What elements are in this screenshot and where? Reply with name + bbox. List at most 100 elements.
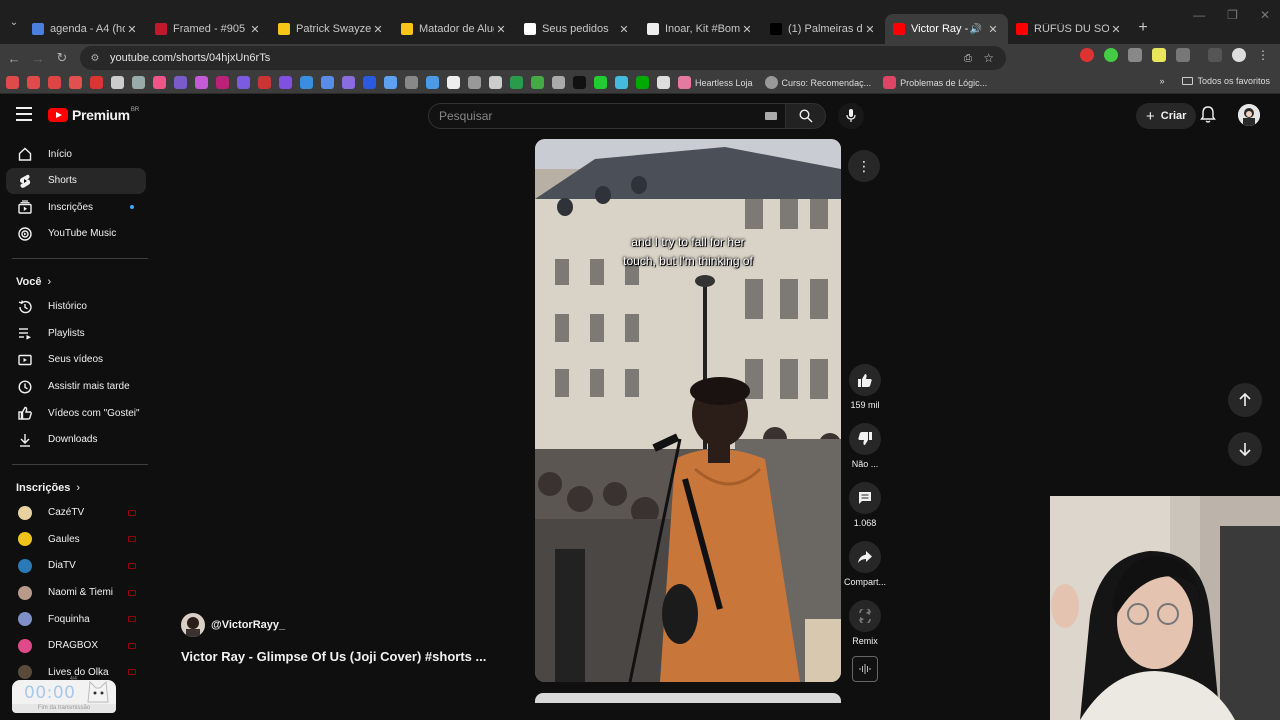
profile-avatar-icon[interactable] bbox=[1232, 48, 1246, 62]
tab-close-icon[interactable]: ✕ bbox=[740, 23, 754, 36]
more-bookmarks-icon[interactable]: » bbox=[1159, 76, 1164, 86]
bookmark-favicon-icon[interactable] bbox=[195, 76, 208, 89]
bookmark-favicon-icon[interactable] bbox=[510, 76, 523, 89]
bookmark-curso[interactable]: Curso: Recomendaç... bbox=[764, 76, 871, 89]
extension-icon[interactable] bbox=[1104, 48, 1118, 62]
voice-search-button[interactable] bbox=[838, 103, 864, 129]
extension-icon[interactable] bbox=[1080, 48, 1094, 62]
sound-action[interactable] bbox=[844, 656, 886, 682]
next-short-preview[interactable] bbox=[535, 693, 841, 703]
share-action[interactable]: Compart... bbox=[844, 541, 886, 587]
search-input[interactable]: Pesquisar bbox=[428, 103, 786, 129]
next-short-button[interactable] bbox=[1228, 432, 1262, 466]
bookmark-favicon-icon[interactable] bbox=[153, 76, 166, 89]
more-options-button[interactable]: ⋮ bbox=[848, 150, 880, 182]
shorts-video-player[interactable]: and I try to fall for her touch, but I'm… bbox=[535, 139, 841, 682]
bookmark-favicon-icon[interactable] bbox=[594, 76, 607, 89]
browser-tab[interactable]: RÜFÜS DU SOL ●● You✕ bbox=[1008, 14, 1131, 44]
minimize-icon[interactable]: — bbox=[1193, 8, 1205, 22]
browser-tab[interactable]: Patrick Swayze - IMDb✕ bbox=[270, 14, 393, 44]
bookmark-favicon-icon[interactable] bbox=[27, 76, 40, 89]
keyboard-icon[interactable] bbox=[765, 112, 777, 120]
sidebar-item-home[interactable]: Início bbox=[6, 141, 146, 167]
bookmark-favicon-icon[interactable] bbox=[468, 76, 481, 89]
extension-icon[interactable] bbox=[1152, 48, 1166, 62]
bookmark-favicon-icon[interactable] bbox=[216, 76, 229, 89]
tab-close-icon[interactable]: ✕ bbox=[1109, 23, 1123, 36]
sidebar-item-playlists[interactable]: Playlists bbox=[6, 320, 146, 346]
browser-tab[interactable]: agenda - A4 (horizontal)✕ bbox=[24, 14, 147, 44]
channel-avatar[interactable] bbox=[181, 613, 205, 637]
bookmark-favicon-icon[interactable] bbox=[615, 76, 628, 89]
dislike-button[interactable] bbox=[849, 423, 881, 455]
comments-action[interactable]: 1.068 bbox=[844, 482, 886, 528]
sidebar-item-subscriptions[interactable]: Inscrições bbox=[6, 194, 146, 220]
sidebar-item-shorts[interactable]: Shorts bbox=[6, 167, 146, 194]
browser-tab[interactable]: Seus pedidos ✕ bbox=[516, 14, 639, 44]
remix-action[interactable]: Remix bbox=[844, 600, 886, 646]
audio-playing-icon[interactable]: 🔊 bbox=[970, 24, 982, 35]
tab-close-icon[interactable]: ✕ bbox=[986, 23, 1000, 36]
bookmark-favicon-icon[interactable] bbox=[342, 76, 355, 89]
bookmark-favicon-icon[interactable] bbox=[636, 76, 649, 89]
channel-info[interactable]: @VictorRayy_ bbox=[181, 613, 285, 637]
sidebar-item-history[interactable]: Histórico bbox=[6, 294, 146, 320]
tab-close-icon[interactable]: ✕ bbox=[248, 23, 262, 36]
forward-button[interactable]: → bbox=[26, 51, 50, 66]
subscription-item[interactable]: Naomi & Tiemi bbox=[6, 580, 146, 606]
subscription-item[interactable]: CazéTV bbox=[6, 500, 146, 526]
sidebar-item-download[interactable]: Downloads bbox=[6, 427, 146, 453]
bookmark-favicon-icon[interactable] bbox=[405, 76, 418, 89]
bookmark-problemas[interactable]: Problemas de Lógic... bbox=[883, 76, 987, 89]
tab-close-icon[interactable]: ✕ bbox=[863, 23, 877, 36]
new-tab-button[interactable]: + bbox=[1131, 14, 1155, 42]
extensions-puzzle-icon[interactable] bbox=[1176, 48, 1190, 62]
search-button[interactable] bbox=[786, 103, 826, 129]
youtube-logo[interactable]: Premium BR bbox=[48, 107, 139, 123]
bookmark-favicon-icon[interactable] bbox=[384, 76, 397, 89]
bookmark-favicon-icon[interactable] bbox=[573, 76, 586, 89]
bookmark-favicon-icon[interactable] bbox=[132, 76, 145, 89]
subscriptions-section-header[interactable]: Inscrições › bbox=[0, 476, 152, 500]
bookmark-favicon-icon[interactable] bbox=[258, 76, 271, 89]
bookmark-favicon-icon[interactable] bbox=[447, 76, 460, 89]
bookmark-heartless[interactable]: Heartless Loja bbox=[678, 76, 753, 89]
bookmark-favicon-icon[interactable] bbox=[657, 76, 670, 89]
install-app-icon[interactable]: ⎙ bbox=[964, 53, 972, 64]
subscription-item[interactable]: DRAGBOX bbox=[6, 633, 146, 659]
bookmark-favicon-icon[interactable] bbox=[69, 76, 82, 89]
bookmark-favicon-icon[interactable] bbox=[531, 76, 544, 89]
comments-button[interactable] bbox=[849, 482, 881, 514]
subscription-item[interactable]: Foquinha bbox=[6, 606, 146, 632]
create-button[interactable]: + Criar bbox=[1136, 103, 1197, 129]
bookmark-favicon-icon[interactable] bbox=[426, 76, 439, 89]
tab-close-icon[interactable]: ✕ bbox=[371, 23, 385, 36]
back-button[interactable]: ← bbox=[2, 51, 26, 66]
notifications-button[interactable] bbox=[1200, 106, 1216, 129]
bookmark-favicon-icon[interactable] bbox=[48, 76, 61, 89]
sidebar-item-liked[interactable]: Vídeos com "Gostei" bbox=[6, 400, 146, 426]
bookmark-star-icon[interactable]: ☆ bbox=[983, 51, 994, 65]
tab-close-icon[interactable]: ✕ bbox=[617, 23, 631, 36]
bookmark-favicon-icon[interactable] bbox=[6, 76, 19, 89]
bookmark-favicon-icon[interactable] bbox=[363, 76, 376, 89]
bookmark-favicon-icon[interactable] bbox=[174, 76, 187, 89]
bookmark-favicon-icon[interactable] bbox=[300, 76, 313, 89]
browser-tab[interactable]: Victor Ray - Glimpse🔊 ✕ bbox=[885, 14, 1008, 44]
share-button[interactable] bbox=[849, 541, 881, 573]
bookmark-favicon-icon[interactable] bbox=[111, 76, 124, 89]
browser-tab[interactable]: Framed - #905 ✕ bbox=[147, 14, 270, 44]
omnibox[interactable]: ⚙ youtube.com/shorts/04hjxUn6rTs ⎙ ☆ bbox=[80, 46, 1006, 70]
browser-tab[interactable]: (1) Palmeiras da Depre✕ bbox=[762, 14, 885, 44]
bookmark-favicon-icon[interactable] bbox=[552, 76, 565, 89]
extension-icon[interactable] bbox=[1128, 48, 1142, 62]
like-button[interactable] bbox=[849, 364, 881, 396]
bookmark-favicon-icon[interactable] bbox=[90, 76, 103, 89]
bookmark-favicon-icon[interactable] bbox=[321, 76, 334, 89]
sound-button[interactable] bbox=[852, 656, 878, 682]
account-avatar[interactable] bbox=[1238, 104, 1260, 126]
browser-tab[interactable]: Inoar, Kit #Bombar Sua✕ bbox=[639, 14, 762, 44]
browser-tab[interactable]: Matador de Aluguel | ✕ bbox=[393, 14, 516, 44]
menu-icon[interactable] bbox=[16, 107, 32, 121]
like-action[interactable]: 159 mil bbox=[844, 364, 886, 410]
